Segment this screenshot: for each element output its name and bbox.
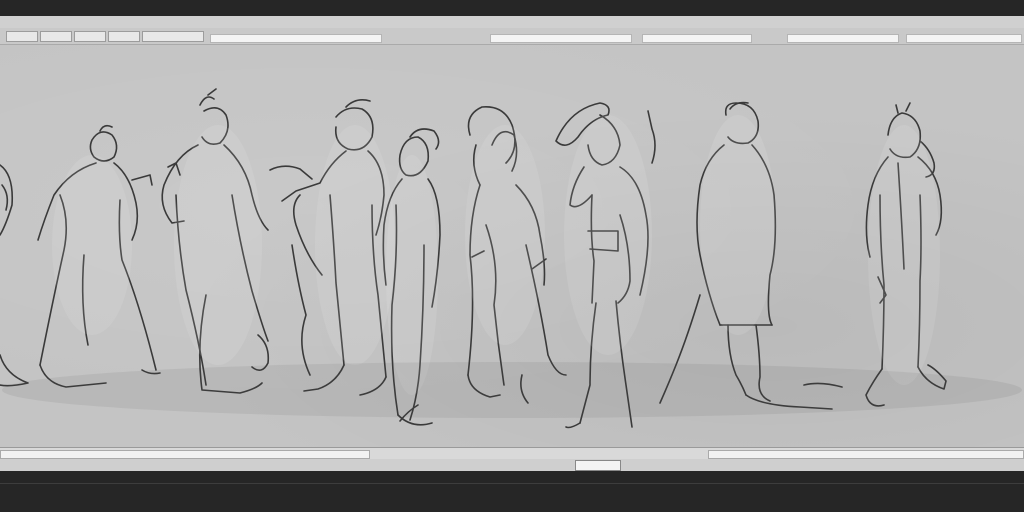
status-bar bbox=[0, 459, 1024, 471]
parameter-field[interactable] bbox=[906, 34, 1022, 43]
scroll-thumb[interactable] bbox=[575, 460, 621, 471]
panel-divider bbox=[0, 483, 1024, 484]
toolbar bbox=[0, 28, 1024, 45]
parameter-field[interactable] bbox=[490, 34, 632, 43]
drawing-canvas[interactable] bbox=[0, 45, 1024, 447]
bottom-panel bbox=[0, 471, 1024, 512]
tool-button[interactable] bbox=[142, 31, 204, 42]
app-window bbox=[0, 0, 1024, 512]
character-sketch-lineup bbox=[0, 88, 1022, 429]
parameter-field[interactable] bbox=[787, 34, 899, 43]
timeline-track[interactable] bbox=[0, 450, 370, 459]
sketch-figure-edge-left bbox=[0, 164, 29, 387]
parameter-field[interactable] bbox=[210, 34, 382, 43]
tool-button[interactable] bbox=[6, 31, 38, 42]
tool-button[interactable] bbox=[108, 31, 140, 42]
title-bar bbox=[0, 0, 1024, 16]
tool-button[interactable] bbox=[40, 31, 72, 42]
tool-button[interactable] bbox=[74, 31, 106, 42]
timeline-track[interactable] bbox=[708, 450, 1024, 459]
parameter-field[interactable] bbox=[642, 34, 752, 43]
